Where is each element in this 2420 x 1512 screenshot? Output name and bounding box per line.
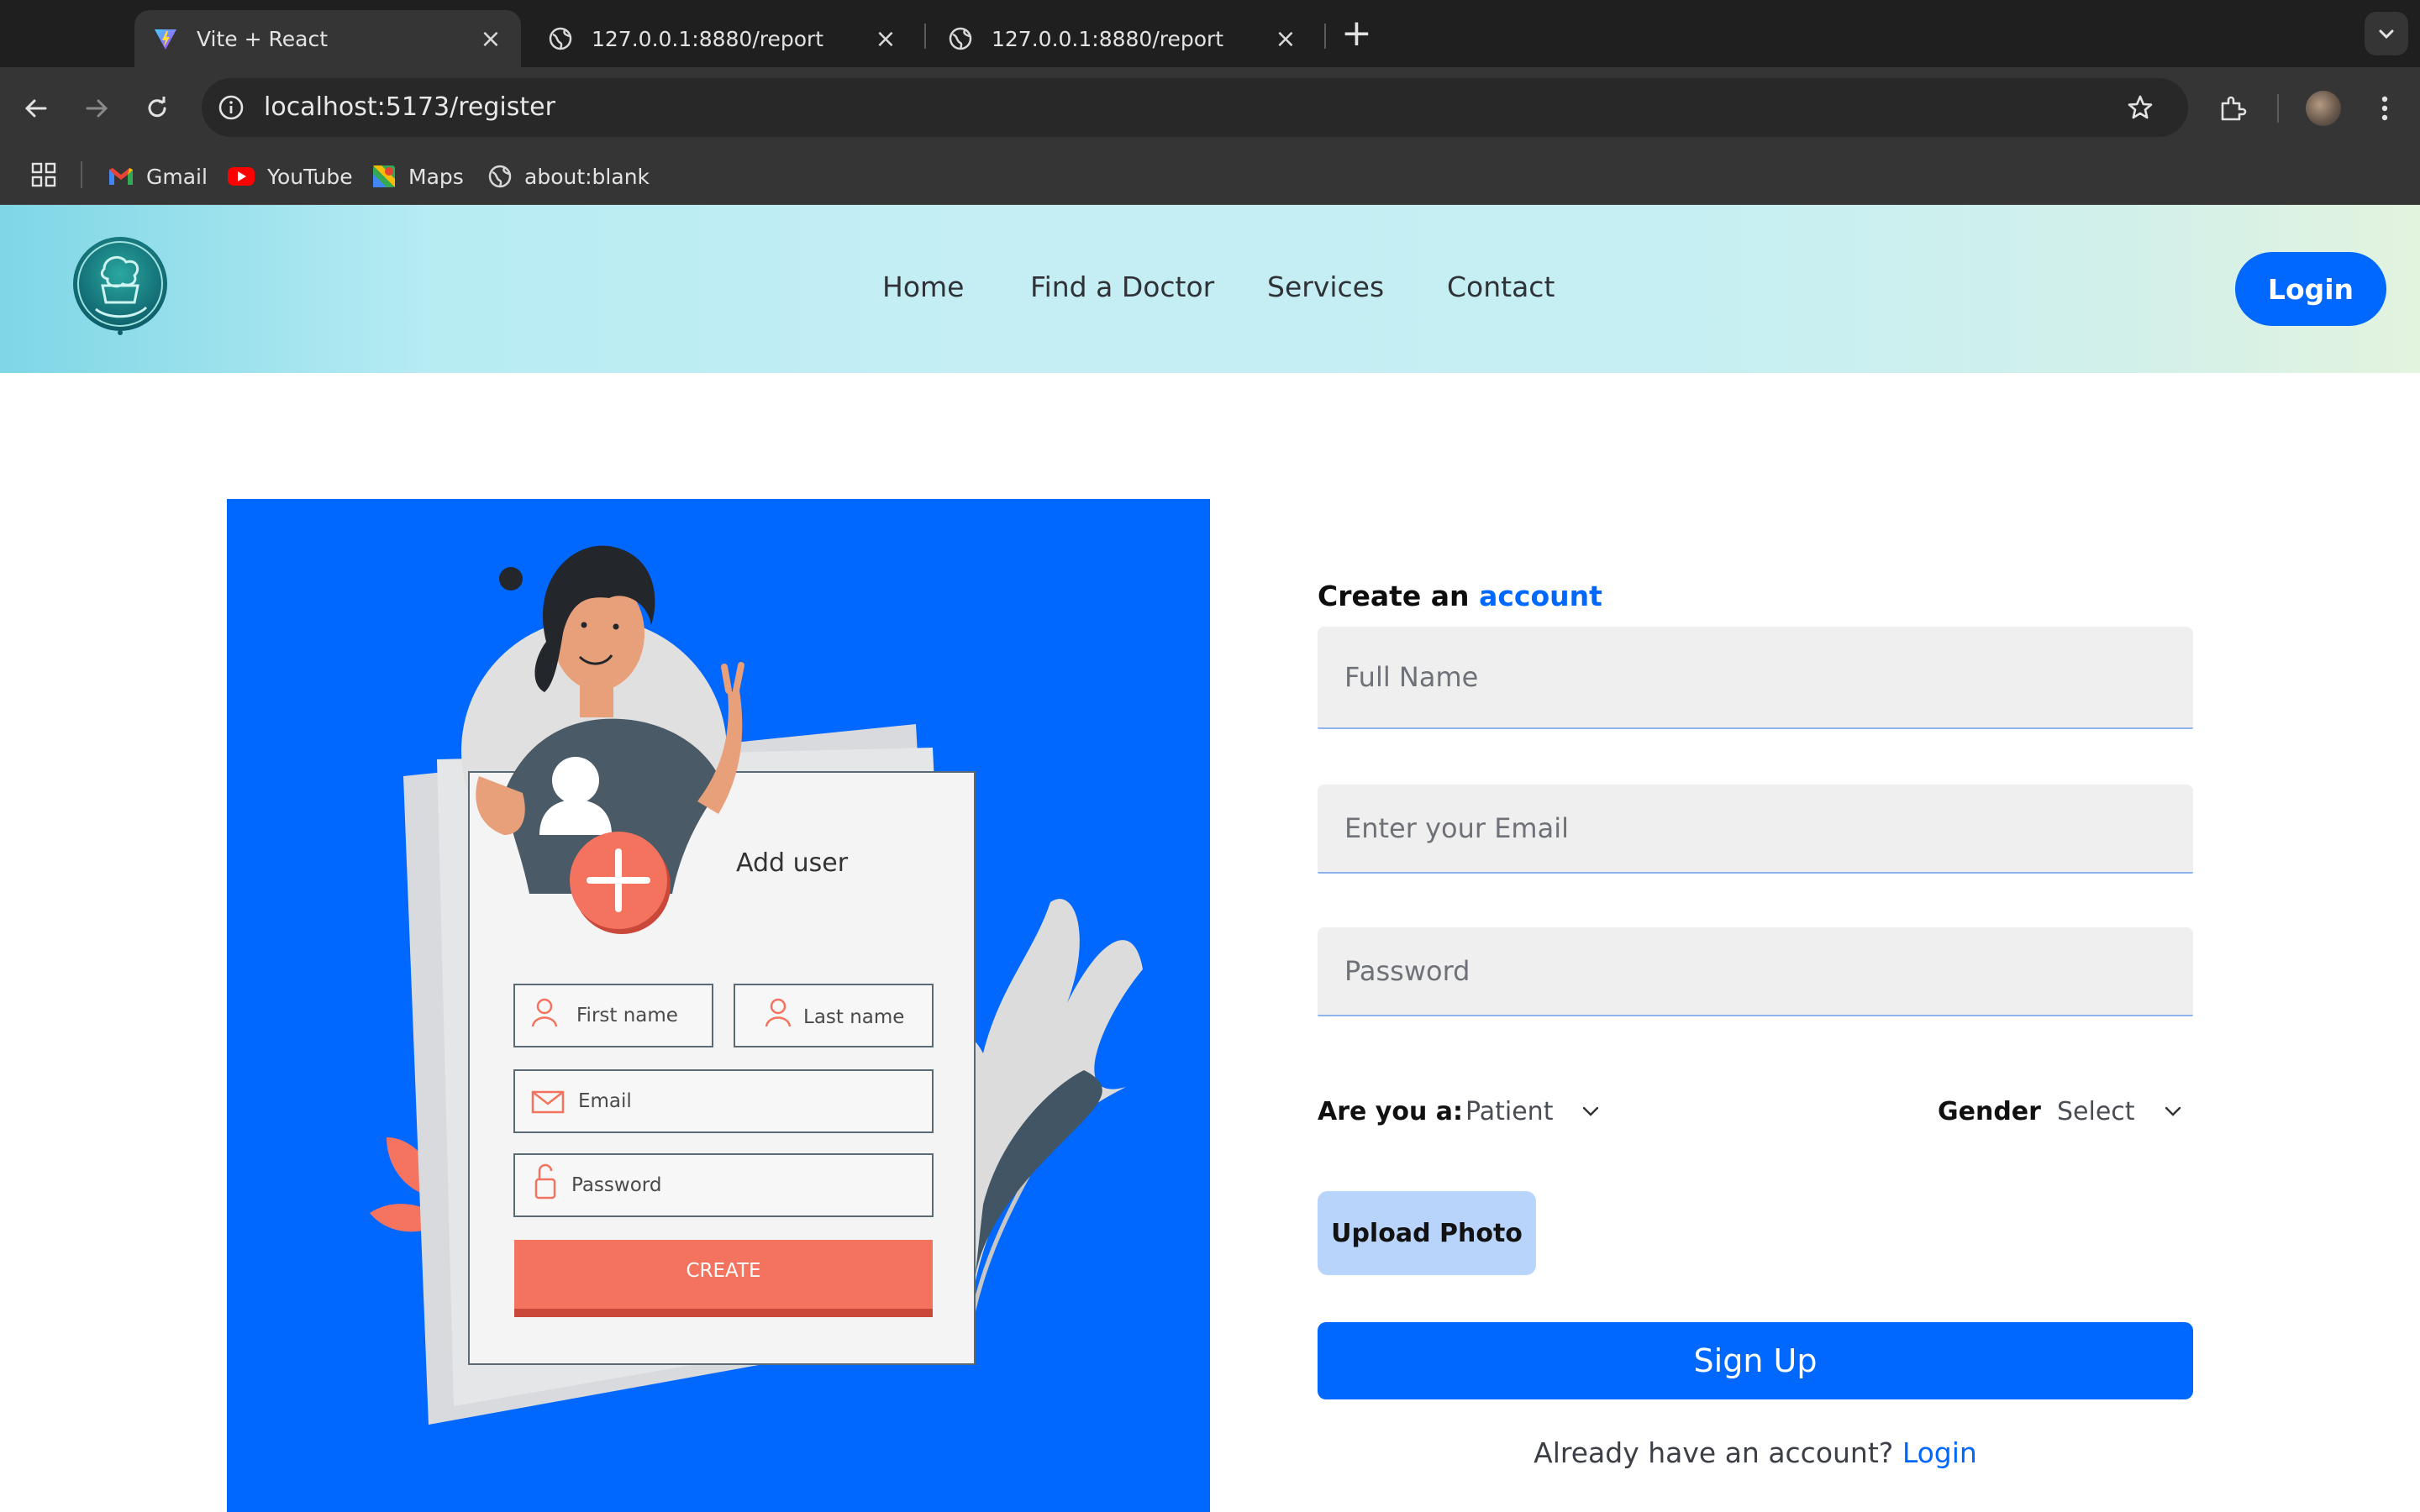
password-input[interactable]: [1318, 927, 2193, 1016]
chevron-down-icon: [1583, 1106, 1599, 1116]
signup-illustration-panel: Add user First name Last name Email Pass…: [227, 499, 1210, 1512]
bookmarks-divider: [81, 161, 82, 188]
nav-contact[interactable]: Contact: [1447, 270, 1555, 303]
medical-logo-icon[interactable]: [71, 235, 170, 336]
upload-photo-button[interactable]: Upload Photo: [1318, 1191, 1536, 1275]
form-title-accent: account: [1479, 580, 1602, 612]
bookmark-label: Gmail: [146, 164, 208, 189]
gender-select-value: Select: [2057, 1096, 2135, 1126]
nav-services[interactable]: Services: [1267, 270, 1384, 303]
bookmarks-bar: [0, 150, 2420, 205]
tab-separator: [1324, 24, 1326, 49]
bookmark-label: Maps: [408, 164, 464, 189]
tab-vite-react[interactable]: Vite + React ×: [134, 10, 521, 67]
youtube-icon: [228, 167, 255, 186]
bookmark-about-blank[interactable]: about:blank: [487, 160, 650, 193]
nav-find-a-doctor[interactable]: Find a Doctor: [1030, 270, 1214, 303]
apps-grid-icon[interactable]: [30, 161, 57, 188]
illustration-password: Password: [571, 1174, 662, 1196]
puzzle-icon: [2221, 96, 2247, 121]
bookmark-gmail[interactable]: Gmail: [108, 160, 208, 193]
illustration-email: Email: [578, 1090, 632, 1112]
sign-up-button[interactable]: Sign Up: [1318, 1322, 2193, 1399]
email-input[interactable]: [1318, 785, 2193, 874]
close-tab-icon[interactable]: ×: [1274, 24, 1297, 54]
profile-avatar[interactable]: [2306, 91, 2341, 126]
gender-select[interactable]: Select: [2057, 1092, 2182, 1131]
globe-icon: [949, 27, 972, 50]
address-url: localhost:5173/register: [264, 92, 555, 122]
browser-menu-button[interactable]: [2361, 86, 2408, 131]
bookmark-star-icon[interactable]: [2126, 93, 2154, 122]
role-label: Are you a:: [1318, 1097, 1464, 1126]
already-text: Already have an account?: [1534, 1436, 1894, 1469]
already-have-account: Already have an account? Login: [1318, 1436, 2193, 1469]
back-button[interactable]: [13, 86, 59, 131]
tab-title: 127.0.0.1:8880/report: [592, 26, 824, 51]
new-tab-icon[interactable]: +: [1341, 15, 1372, 52]
extensions-button[interactable]: [2210, 86, 2255, 131]
address-bar[interactable]: localhost:5173/register: [202, 78, 2188, 137]
vite-logo-icon: [155, 29, 176, 50]
bookmark-youtube[interactable]: YouTube: [227, 160, 353, 193]
maps-icon: [373, 165, 395, 187]
reload-icon: [148, 97, 166, 118]
form-title: Create an account: [1318, 580, 1602, 612]
tab-title: Vite + React: [197, 26, 329, 51]
chevron-down-icon: [2165, 1106, 2181, 1116]
illustration-create-label: CREATE: [686, 1260, 761, 1282]
close-tab-icon[interactable]: ×: [479, 24, 502, 54]
tab-separator: [924, 24, 926, 49]
form-title-prefix: Create an: [1318, 580, 1470, 612]
tab-report-2[interactable]: 127.0.0.1:8880/report ×: [929, 10, 1316, 67]
arrow-left-icon: [24, 99, 47, 118]
bookmark-label: about:blank: [524, 164, 650, 189]
header-login-button[interactable]: Login: [2235, 252, 2386, 326]
globe-icon: [549, 27, 572, 50]
role-select[interactable]: Patient: [1465, 1092, 1600, 1131]
kebab-menu-icon: [2381, 96, 2388, 121]
globe-icon: [488, 165, 512, 188]
illustration-card-title: Add user: [736, 848, 849, 878]
gmail-icon: [109, 168, 133, 185]
nav-home[interactable]: Home: [882, 270, 964, 303]
toolbar-divider: [2277, 94, 2279, 123]
chevron-down-icon: [2379, 29, 2394, 39]
add-user-illustration: [370, 545, 1143, 1425]
reload-button[interactable]: [134, 86, 180, 131]
arrow-right-icon: [86, 99, 108, 118]
full-name-input[interactable]: [1318, 627, 2193, 729]
bookmark-maps[interactable]: Maps: [371, 160, 464, 193]
illustration-first-name: First name: [576, 1005, 678, 1026]
login-link[interactable]: Login: [1902, 1436, 1977, 1469]
tab-title: 127.0.0.1:8880/report: [992, 26, 1224, 51]
role-select-value: Patient: [1465, 1096, 1554, 1126]
bookmark-label: YouTube: [267, 164, 353, 189]
close-tab-icon[interactable]: ×: [874, 24, 897, 54]
site-info-icon[interactable]: [217, 93, 245, 122]
tab-report-1[interactable]: 127.0.0.1:8880/report ×: [529, 10, 916, 67]
tab-search-button[interactable]: [2365, 12, 2408, 55]
forward-button[interactable]: [74, 86, 119, 131]
illustration-last-name: Last name: [803, 1006, 905, 1028]
gender-label: Gender: [1938, 1097, 2041, 1126]
